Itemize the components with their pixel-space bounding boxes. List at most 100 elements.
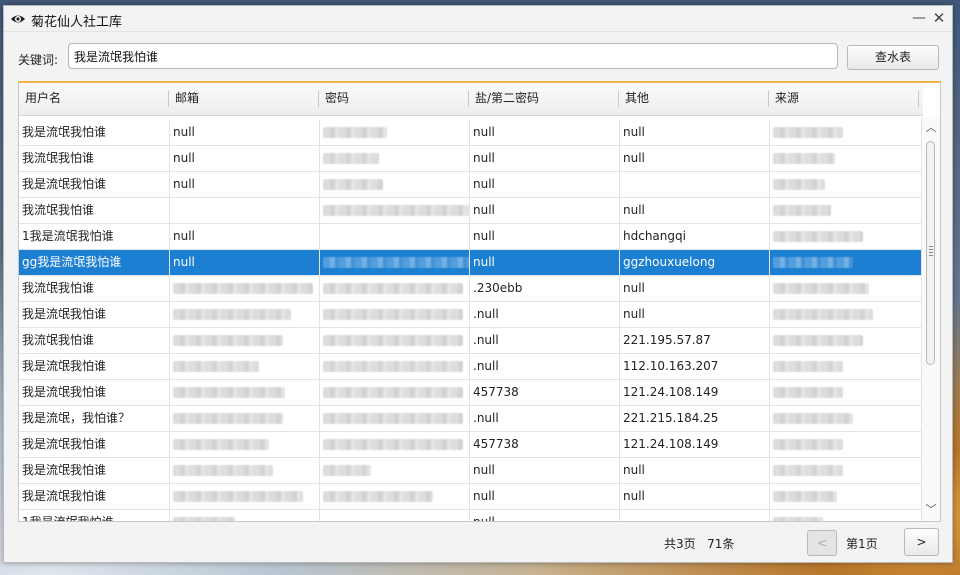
table-row[interactable]: 我是流氓我怕谁 .null null [19, 302, 923, 328]
cell-other-text: null [623, 463, 645, 477]
column-header-password[interactable]: 密码 [319, 83, 469, 115]
table-row[interactable]: 我是流氓我怕谁 457738 121.24.108.149 [19, 432, 923, 458]
cell-other-text: null [623, 281, 645, 295]
cell-username: 我是流氓，我怕谁？ [19, 406, 169, 431]
redacted-block [773, 205, 831, 216]
cell-username: 我流氓我怕谁 [19, 276, 169, 301]
redacted-block [773, 491, 837, 502]
cell-source [769, 302, 919, 327]
cell-username-text: 我是流氓我怕谁 [22, 359, 107, 373]
cell-source [769, 172, 919, 197]
vertical-scrollbar[interactable]: ︿ ﹀ [921, 117, 940, 521]
scroll-thumb[interactable] [926, 141, 935, 365]
redacted-block [773, 387, 843, 398]
table-row[interactable]: 我是流氓我怕谁 null null [19, 458, 923, 484]
table-row[interactable]: 我是流氓，我怕谁？ .null 221.215.184.25 [19, 406, 923, 432]
cell-salt-text: .230ebb [473, 281, 523, 295]
cell-username-text: 1我是流氓我怕谁 [22, 515, 114, 522]
cell-other-text: 112.10.163.207 [623, 359, 719, 373]
cell-source [769, 432, 919, 457]
table-body: 我是流氓我怕谁 null null null 我流氓我怕谁 null null null 我是流… [19, 120, 923, 522]
cell-username-text: 我是流氓我怕谁 [22, 307, 107, 321]
cell-password [319, 458, 469, 483]
table-row[interactable]: 我是流氓我怕谁 null null [19, 484, 923, 510]
redacted-block [773, 153, 835, 164]
cell-username-text: 我是流氓我怕谁 [22, 125, 107, 139]
cell-salt: .null [469, 406, 619, 431]
table-row[interactable]: 我是流氓我怕谁 457738 121.24.108.149 [19, 380, 923, 406]
column-header-other[interactable]: 其他 [619, 83, 769, 115]
table-row[interactable]: 我流氓我怕谁 .null 221.195.57.87 [19, 328, 923, 354]
column-header-source[interactable]: 来源 [769, 83, 919, 115]
table-row[interactable]: 我是流氓我怕谁 .null 112.10.163.207 [19, 354, 923, 380]
cell-email: null [169, 172, 319, 197]
scroll-down-icon[interactable]: ﹀ [922, 502, 940, 518]
redacted-block [773, 231, 863, 242]
cell-salt: 457738 [469, 380, 619, 405]
cell-username-text: 我流氓我怕谁 [22, 281, 95, 295]
cell-salt: null [469, 458, 619, 483]
cell-source [769, 198, 919, 223]
cell-email [169, 354, 319, 379]
scroll-up-icon[interactable]: ︿ [922, 120, 940, 136]
cell-username: 我是流氓我怕谁 [19, 120, 169, 145]
keyword-input[interactable] [68, 43, 838, 69]
cell-other-text: 121.24.108.149 [623, 437, 719, 451]
prev-page-button[interactable]: < [807, 530, 837, 556]
cell-other: 112.10.163.207 [619, 354, 769, 379]
cell-other [619, 510, 769, 521]
cell-salt-text: null [473, 229, 495, 243]
page-summary: 共3页 71条 [664, 535, 734, 552]
column-header-email[interactable]: 邮箱 [169, 83, 319, 115]
redacted-block [323, 491, 433, 502]
cell-other: null [619, 198, 769, 223]
table-row[interactable]: 我是流氓我怕谁 null null [19, 172, 923, 198]
cell-salt: .null [469, 354, 619, 379]
cell-salt: .null [469, 302, 619, 327]
next-page-button[interactable]: > [904, 528, 939, 556]
redacted-block [323, 335, 463, 346]
redacted-block [323, 127, 387, 138]
table-row[interactable]: 我流氓我怕谁 null null null [19, 146, 923, 172]
cell-username: 我流氓我怕谁 [19, 146, 169, 171]
app-window: 菊花仙人社工库 — ✕ 关键词: 查水表 用户名 邮箱 密码 盐/第二密码 其他… [3, 5, 953, 563]
close-icon[interactable]: ✕ [930, 9, 948, 27]
redacted-block [323, 465, 371, 476]
redacted-block [323, 309, 463, 320]
query-button[interactable]: 查水表 [847, 45, 939, 70]
redacted-block [173, 517, 235, 521]
cell-salt: null [469, 510, 619, 521]
cell-source [769, 354, 919, 379]
table-row[interactable]: 我流氓我怕谁 null null [19, 198, 923, 224]
cell-other-text: null [623, 307, 645, 321]
column-header-username[interactable]: 用户名 [19, 83, 169, 115]
redacted-block [773, 465, 843, 476]
column-header-salt[interactable]: 盐/第二密码 [469, 83, 619, 115]
window-title: 菊花仙人社工库 [31, 15, 123, 30]
cell-username-text: 1我是流氓我怕谁 [22, 229, 114, 243]
cell-email [169, 302, 319, 327]
redacted-block [773, 283, 869, 294]
cell-username-text: gg我是流氓我怕谁 [22, 255, 122, 269]
cell-salt-text: null [473, 177, 495, 191]
table-row[interactable]: 我是流氓我怕谁 null null null [19, 120, 923, 146]
redacted-block [773, 127, 843, 138]
minimize-icon[interactable]: — [910, 9, 928, 27]
table-row[interactable]: 1我是流氓我怕谁 null null hdchangqi [19, 224, 923, 250]
keyword-label: 关键词: [18, 53, 59, 67]
current-page: 第1页 [846, 537, 878, 551]
redacted-block [773, 439, 843, 450]
cell-username: 我是流氓我怕谁 [19, 432, 169, 457]
cell-other: hdchangqi [619, 224, 769, 249]
title-bar[interactable]: 菊花仙人社工库 — ✕ [4, 6, 952, 32]
table-row[interactable]: 我流氓我怕谁 .230ebb null [19, 276, 923, 302]
cell-email [169, 406, 319, 431]
table-row[interactable]: 1我是流氓我怕谁 null [19, 510, 923, 522]
table-row[interactable]: gg我是流氓我怕谁 null null ggzhouxuelong [19, 250, 923, 276]
cell-email-text: null [173, 125, 195, 139]
redacted-block [323, 283, 463, 294]
cell-salt-text: null [473, 203, 495, 217]
cell-password [319, 510, 469, 521]
cell-other-text: null [623, 125, 645, 139]
cell-salt: null [469, 198, 619, 223]
